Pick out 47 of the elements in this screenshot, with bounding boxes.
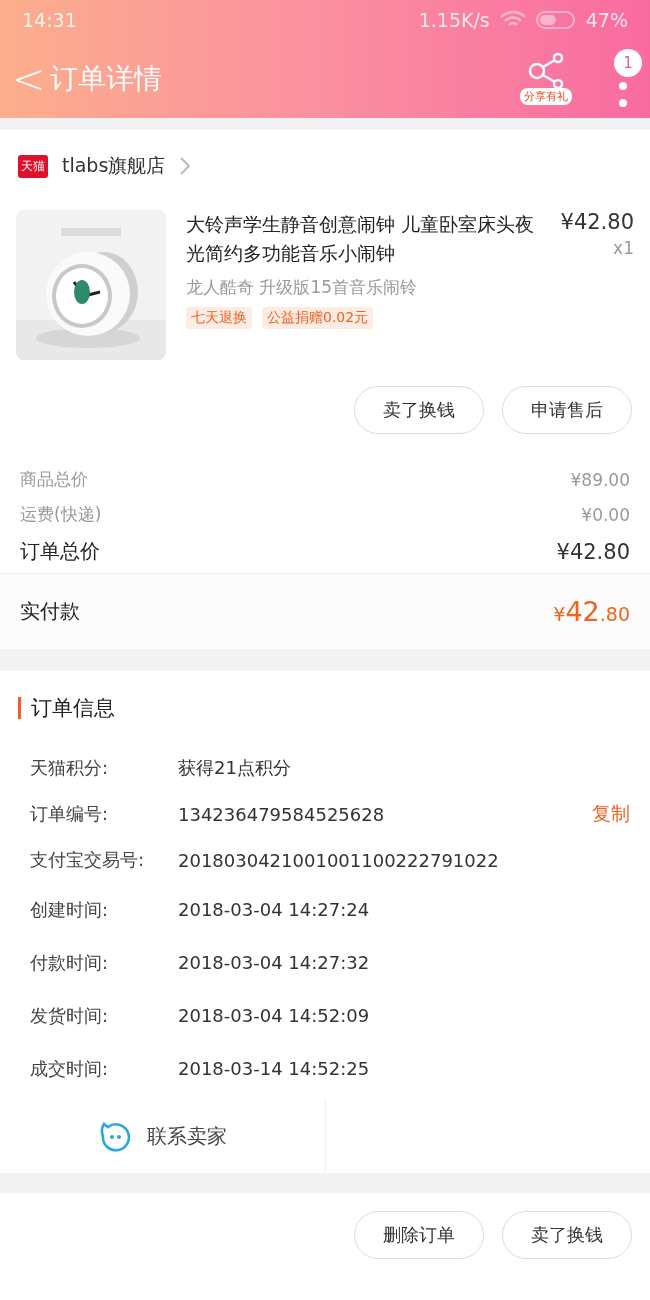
price-label: 运费(快递) — [20, 503, 102, 526]
info-value: 2018030421001001100222791022 — [178, 849, 500, 871]
chevron-right-icon — [179, 156, 192, 176]
info-label: 天猫积分: — [30, 756, 110, 780]
info-label: 订单编号: — [30, 802, 110, 826]
share-icon[interactable] — [526, 51, 566, 91]
info-value: 2018-03-14 14:52:25 — [178, 1058, 371, 1079]
product-title[interactable]: 大铃声学生静音创意闹钟 儿童卧室床头夜光简约多功能音乐小闹钟 — [186, 210, 541, 268]
battery-level: 47% — [585, 9, 628, 31]
paid-amount: ¥42.80 — [553, 596, 630, 627]
info-label: 创建时间: — [30, 897, 110, 922]
price-value: ¥42.80 — [556, 539, 630, 564]
paid-label: 实付款 — [20, 598, 80, 625]
product-spec: 龙人酷奇 升级版15首音乐闹铃 — [186, 276, 419, 299]
section-title: 订单信息 — [31, 695, 115, 722]
info-value: 2018-03-04 14:27:24 — [178, 899, 371, 920]
battery-icon — [535, 10, 576, 30]
action-button[interactable]: 卖了换钱 — [502, 1211, 632, 1259]
service-tag: 公益捐赠0.02元 — [262, 307, 374, 329]
notification-badge: 1 — [614, 49, 642, 77]
info-value: 2018-03-04 14:27:32 — [178, 952, 371, 973]
info-value: 134236479584525628 — [178, 803, 386, 825]
price-label: 商品总价 — [20, 468, 88, 491]
shop-name[interactable]: tlabs旗舰店 — [62, 153, 166, 179]
info-label: 付款时间: — [30, 950, 110, 975]
action-button[interactable]: 卖了换钱 — [354, 386, 484, 434]
status-time: 14:31 — [22, 9, 77, 31]
info-label: 支付宝交易号: — [30, 848, 146, 872]
quantity: x1 — [613, 238, 634, 258]
info-value: 2018-03-04 14:52:09 — [178, 1005, 371, 1026]
price-label: 订单总价 — [20, 538, 100, 565]
price-value: ¥89.00 — [570, 469, 630, 490]
info-label: 发货时间: — [30, 1003, 110, 1028]
price-value: ¥0.00 — [581, 504, 630, 525]
unit-price: ¥42.80 — [560, 210, 634, 234]
info-label: 成交时间: — [30, 1056, 110, 1081]
network-speed: 1.15K/s — [418, 9, 490, 31]
share-badge: 分享有礼 — [520, 88, 572, 105]
page-title: 订单详情 — [49, 61, 162, 97]
action-button[interactable]: 删除订单 — [354, 1211, 484, 1259]
more-icon[interactable] — [618, 81, 628, 109]
action-button[interactable]: 申请售后 — [502, 386, 632, 434]
info-value: 获得21点积分 — [178, 756, 292, 780]
contact-seller[interactable]: 联系卖家 — [146, 1122, 227, 1150]
store-logo: 天猫 — [18, 154, 48, 178]
chat-icon[interactable] — [98, 1120, 131, 1152]
service-tag: 七天退换 — [186, 307, 252, 329]
